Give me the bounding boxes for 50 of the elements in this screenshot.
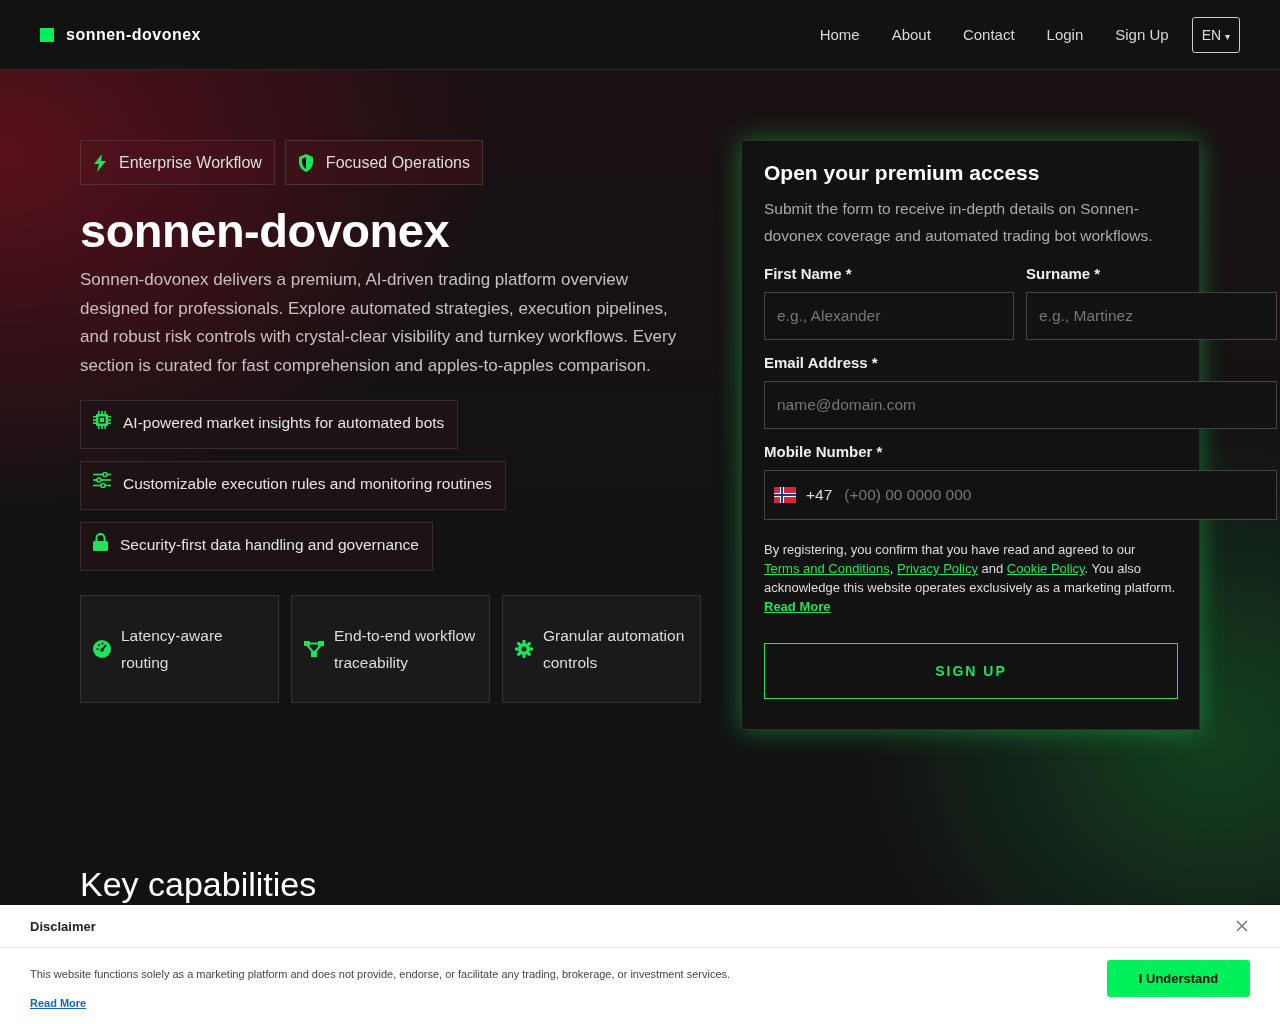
- phone-field[interactable]: +47 (+00) 00 0000 000: [764, 470, 1277, 520]
- understand-button[interactable]: I Understand: [1107, 960, 1250, 997]
- consent-text: By registering, you confirm that you have read and agreed to our Terms and Conditions, Privacy Policy and Cookie Policy. You also acknowledge this website operates exclusively as a marketing platform.: [764, 541, 1177, 597]
- nav-link[interactable]: Sign Up: [1115, 26, 1169, 43]
- form-subtitle: Submit the form to receive in-depth details on Sonnen-dovonex coverage and automated trading bot workflows.: [764, 199, 1154, 246]
- gauge-icon: [93, 640, 111, 658]
- capability-text: Latency-aware routing: [121, 626, 224, 673]
- input-field[interactable]: e.g., Alexander: [764, 292, 1014, 340]
- close-icon[interactable]: [1236, 920, 1248, 932]
- section-heading: Key capabilities: [80, 865, 318, 903]
- lightning-icon: [93, 153, 107, 172]
- read-more-link[interactable]: Read More: [764, 599, 831, 614]
- read-more-link[interactable]: Read More: [30, 997, 87, 1009]
- language-selector[interactable]: EN ▾: [1191, 16, 1240, 53]
- chip-icon: [93, 411, 111, 429]
- nav-link[interactable]: Login: [1046, 26, 1084, 43]
- logo-square-icon: [40, 27, 54, 42]
- feature-text: Customizable execution rules and monitoring routines: [123, 474, 492, 494]
- shield-icon: [297, 153, 314, 172]
- form-title: Open your premium access: [764, 161, 1041, 185]
- flag-icon: [774, 487, 796, 503]
- disclaimer-title: Disclaimer: [30, 918, 96, 934]
- network-icon: [304, 641, 324, 657]
- feature-text: AI-powered market insights for automated bots: [123, 413, 445, 433]
- policy-link[interactable]: Privacy Policy: [896, 561, 978, 576]
- sliders-icon: [93, 472, 111, 488]
- tag-label: Focused Operations: [325, 153, 470, 172]
- gear-icon: [515, 640, 533, 658]
- input-field[interactable]: name@domain.com: [764, 381, 1277, 429]
- field-label: Surname *: [1026, 265, 1102, 282]
- policy-link[interactable]: Terms and Conditions: [764, 561, 890, 576]
- brand-name: sonnen-dovonex: [66, 25, 201, 44]
- capability-text: End-to-end workflow traceability: [334, 626, 477, 673]
- capability-text: Granular automation controls: [543, 626, 686, 673]
- input-field[interactable]: e.g., Martinez: [1026, 292, 1277, 340]
- feature-text: Security-first data handling and governance: [120, 535, 419, 555]
- lock-icon: [93, 533, 108, 551]
- phone-number-input[interactable]: (+00) 00 0000 000: [842, 485, 1267, 505]
- sign-up-button[interactable]: SIGN UP: [764, 643, 1178, 699]
- hero-title: sonnen-dovonex: [80, 203, 451, 258]
- field-label: Mobile Number *: [764, 443, 884, 460]
- tag-label: Enterprise Workflow: [119, 153, 262, 172]
- field-label: First Name *: [764, 265, 853, 282]
- disclaimer-text: This website functions solely as a marketing platform and does not provide, endorse, or facilitate any trading, brokerage, or investment services.: [30, 968, 731, 980]
- hero-description: Sonnen-dovonex delivers a premium, AI-driven trading platform overview designed for professionals. Explore automated strategies, execution pipelines, and robust risk controls with crystal-clear visibility and turnkey workflows. Every section is curated for fast comprehension and apples-to-apples comparison.: [80, 269, 678, 377]
- nav-link[interactable]: Contact: [962, 26, 1015, 43]
- nav-link[interactable]: Home: [819, 26, 860, 43]
- nav-link[interactable]: About: [891, 26, 931, 43]
- policy-link[interactable]: Cookie Policy: [1006, 561, 1085, 576]
- field-label: Email Address *: [764, 354, 879, 371]
